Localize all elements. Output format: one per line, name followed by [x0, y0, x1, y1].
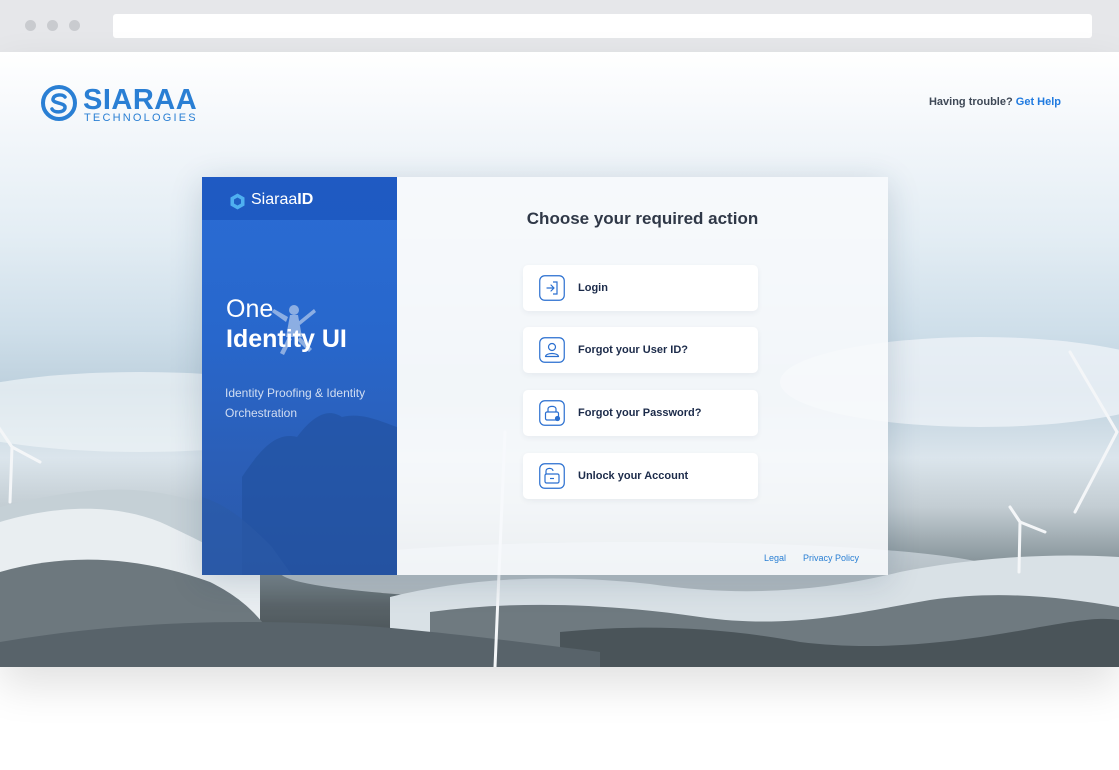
unlock-icon: [539, 463, 565, 489]
headline-line-1: One: [226, 295, 274, 323]
legal-link[interactable]: Legal: [764, 553, 786, 563]
forgot-user-id-label: Forgot your User ID?: [578, 344, 689, 356]
tagline: Identity Proofing & Identity Orchestrati…: [225, 386, 366, 420]
headline-line-2: Identity UI: [226, 325, 347, 353]
privacy-policy-link[interactable]: Privacy Policy: [803, 553, 859, 563]
window-maximize-dot[interactable]: [69, 20, 80, 31]
login-label: Login: [578, 282, 608, 294]
logo-subtitle: TECHNOLOGIES: [84, 112, 198, 124]
siaraaid-suffix: ID: [297, 191, 314, 208]
help-prefix: Having trouble?: [928, 96, 1013, 108]
address-bar[interactable]: [113, 14, 1092, 38]
forgot-user-id-button[interactable]: Forgot your User ID?: [523, 327, 758, 373]
page-title: Choose your required action: [526, 209, 759, 228]
page-viewport: SIARAA TECHNOLOGIES Having trouble? Get …: [0, 52, 1119, 667]
help-text: Having trouble? Get Help: [929, 96, 1061, 108]
unlock-account-label: Unlock your Account: [578, 470, 689, 482]
login-button[interactable]: Login: [523, 265, 758, 311]
forgot-password-button[interactable]: Forgot your Password?: [523, 390, 758, 436]
get-help-link[interactable]: Get Help: [1016, 96, 1061, 108]
siaraaid-prefix: Siaraa: [251, 191, 298, 208]
window-close-dot[interactable]: [25, 20, 36, 31]
lock-icon: [539, 400, 565, 426]
brand-panel: SiaraaID One Identity UI Identity Proofi…: [202, 177, 397, 575]
action-panel: Choose your required action Login Forgot…: [397, 177, 888, 575]
forgot-password-label: Forgot your Password?: [578, 407, 702, 419]
user-icon: [539, 337, 565, 363]
browser-toolbar: [0, 0, 1119, 52]
siaraaid-wordmark: SiaraaID: [251, 191, 313, 209]
identity-card: SiaraaID One Identity UI Identity Proofi…: [202, 177, 888, 575]
window-minimize-dot[interactable]: [47, 20, 58, 31]
hexagon-logo-icon: [230, 193, 245, 210]
siaraa-logo-icon: [41, 85, 77, 121]
unlock-account-button[interactable]: Unlock your Account: [523, 453, 758, 499]
login-icon: [539, 275, 565, 301]
climber-background-image: [202, 305, 397, 575]
